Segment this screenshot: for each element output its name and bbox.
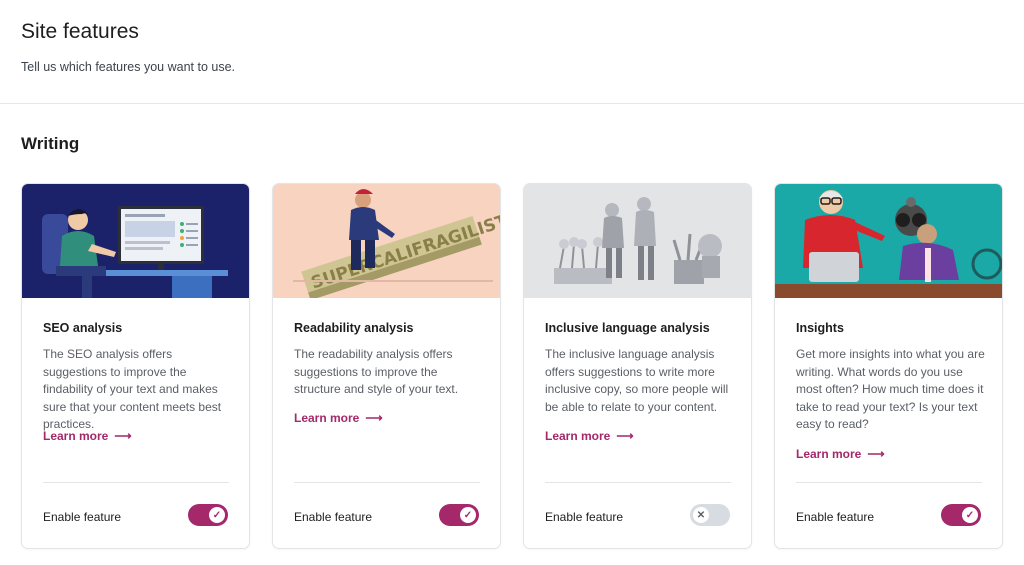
learn-more-link[interactable]: Learn more ⟶ <box>545 429 634 443</box>
enable-feature-toggle[interactable]: ✕ <box>690 504 730 526</box>
arrow-right-icon: ⟶ <box>365 411 383 425</box>
feature-card-seo-analysis: SEO analysis The SEO analysis offers sug… <box>21 183 250 549</box>
learn-more-label: Learn more <box>545 429 611 443</box>
learn-more-link[interactable]: Learn more ⟶ <box>796 447 885 461</box>
page-subtitle: Tell us which features you want to use. <box>21 60 236 74</box>
enable-feature-toggle[interactable]: ✓ <box>941 504 981 526</box>
card-description: The SEO analysis offers suggestions to i… <box>43 347 222 432</box>
divider <box>796 482 982 483</box>
learn-more-link[interactable]: Learn more ⟶ <box>43 429 132 443</box>
page-header: Site features Tell us which features you… <box>0 0 1024 104</box>
card-title: Readability analysis <box>294 321 414 335</box>
inclusive-language-illustration <box>524 184 751 298</box>
feature-card-readability-analysis: SUPERCALIFRAGILISTIC Readability analysi… <box>272 183 501 549</box>
learn-more-label: Learn more <box>294 411 360 425</box>
card-title: Inclusive language analysis <box>545 321 710 335</box>
readability-analysis-illustration: SUPERCALIFRAGILISTIC <box>273 184 500 298</box>
seo-analysis-illustration <box>22 184 249 298</box>
arrow-right-icon: ⟶ <box>616 429 634 443</box>
enable-feature-label: Enable feature <box>294 510 373 524</box>
divider <box>43 482 229 483</box>
check-icon: ✓ <box>460 507 476 523</box>
enable-feature-toggle[interactable]: ✓ <box>188 504 228 526</box>
divider <box>294 482 480 483</box>
arrow-right-icon: ⟶ <box>867 447 885 461</box>
close-icon: ✕ <box>693 507 709 523</box>
feature-cards: SEO analysis The SEO analysis offers sug… <box>21 183 1003 549</box>
feature-card-insights: Insights Get more insights into what you… <box>774 183 1003 549</box>
arrow-right-icon: ⟶ <box>114 429 132 443</box>
card-title: Insights <box>796 321 844 335</box>
enable-feature-label: Enable feature <box>43 510 122 524</box>
learn-more-link[interactable]: Learn more ⟶ <box>294 411 383 425</box>
learn-more-label: Learn more <box>796 447 862 461</box>
feature-card-inclusive-language-analysis: Inclusive language analysis The inclusiv… <box>523 183 752 549</box>
learn-more-label: Learn more <box>43 429 109 443</box>
card-description: Get more insights into what you are writ… <box>796 347 985 432</box>
section-title-writing: Writing <box>21 134 80 153</box>
card-description: The inclusive language analysis offers s… <box>545 347 729 414</box>
insights-illustration <box>775 184 1002 298</box>
enable-feature-label: Enable feature <box>545 510 624 524</box>
divider <box>545 482 731 483</box>
card-description: The readability analysis offers suggesti… <box>294 347 459 397</box>
page-title: Site features <box>21 20 139 43</box>
enable-feature-label: Enable feature <box>796 510 875 524</box>
card-title: SEO analysis <box>43 321 123 335</box>
check-icon: ✓ <box>209 507 225 523</box>
check-icon: ✓ <box>962 507 978 523</box>
enable-feature-toggle[interactable]: ✓ <box>439 504 479 526</box>
